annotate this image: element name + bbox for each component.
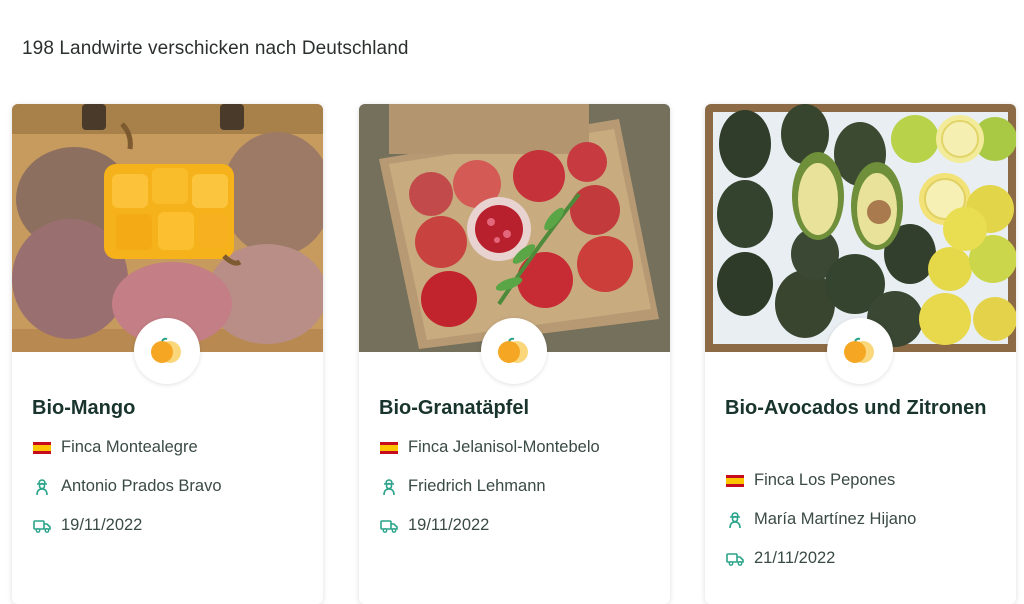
farmer-row: Friedrich Lehmann xyxy=(379,477,546,496)
spain-flag-icon xyxy=(725,472,745,490)
citrus-fruit-icon xyxy=(481,318,547,384)
farmer-icon xyxy=(379,478,399,496)
product-title[interactable]: Bio-Granatäpfel xyxy=(379,392,649,424)
delivery-truck-icon xyxy=(379,517,399,535)
delivery-truck-icon xyxy=(32,517,52,535)
farmer-icon xyxy=(32,478,52,496)
delivery-truck-icon xyxy=(725,550,745,568)
farm-row: Finca Montealegre xyxy=(32,438,198,457)
farmer-row: Antonio Prados Bravo xyxy=(32,477,222,496)
product-photo-avocados-lemons[interactable] xyxy=(705,104,1016,352)
date-row: 19/11/2022 xyxy=(32,516,142,535)
farmer-row: María Martínez Hijano xyxy=(725,510,916,529)
farmer-name: Friedrich Lehmann xyxy=(408,477,546,495)
spain-flag-icon xyxy=(32,439,52,457)
page-headline: 198 Landwirte verschicken nach Deutschla… xyxy=(22,38,409,59)
delivery-date: 21/11/2022 xyxy=(754,549,836,567)
product-photo-pomegranates[interactable] xyxy=(359,104,670,352)
farm-name: Finca Los Pepones xyxy=(754,471,896,489)
citrus-fruit-icon xyxy=(827,318,893,384)
farm-name: Finca Jelanisol-Montebelo xyxy=(408,438,600,456)
farm-row: Finca Jelanisol-Montebelo xyxy=(379,438,600,457)
product-card-pomegranates[interactable]: Bio-Granatäpfel Finca Jelanisol-Montebel… xyxy=(359,104,670,604)
farmer-name: María Martínez Hijano xyxy=(754,510,917,528)
farm-name: Finca Montealegre xyxy=(61,438,198,456)
product-title[interactable]: Bio-Mango xyxy=(32,392,302,424)
farmer-name: Antonio Prados Bravo xyxy=(61,477,222,495)
product-card-mango[interactable]: Bio-Mango Finca Montealegre Antonio Prad… xyxy=(12,104,323,604)
date-row: 21/11/2022 xyxy=(725,549,835,568)
product-card-avocados-lemons[interactable]: Bio-Avocados und Zitronen Finca Los Pepo… xyxy=(705,104,1016,604)
delivery-date: 19/11/2022 xyxy=(61,516,143,534)
delivery-date: 19/11/2022 xyxy=(408,516,490,534)
date-row: 19/11/2022 xyxy=(379,516,489,535)
citrus-fruit-icon xyxy=(134,318,200,384)
product-title[interactable]: Bio-Avocados und Zitronen xyxy=(725,392,995,424)
spain-flag-icon xyxy=(379,439,399,457)
farm-row: Finca Los Pepones xyxy=(725,471,895,490)
farmer-icon xyxy=(725,511,745,529)
product-photo-mango[interactable] xyxy=(12,104,323,352)
